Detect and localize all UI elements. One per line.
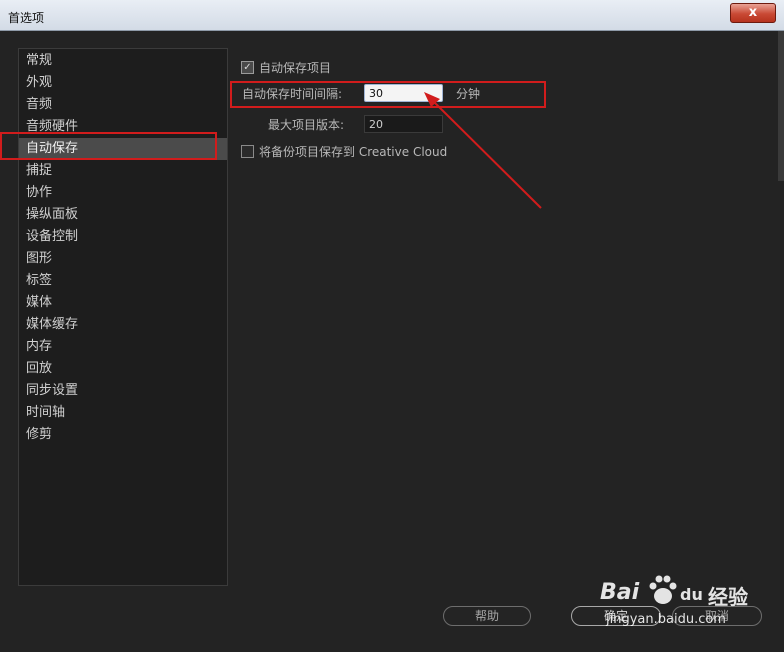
watermark-url: jingyan.baidu.com [606,612,726,627]
baidu-watermark: Bai du 经验 jingyan.baidu.com [596,569,776,635]
help-button[interactable]: 帮助 [443,606,531,626]
watermark-brand-suffix: du [680,585,703,604]
annotation-arrow [424,92,542,209]
paw-icon [649,575,677,604]
watermark-product: 经验 [708,585,748,609]
watermark-brand: Bai [600,580,640,605]
